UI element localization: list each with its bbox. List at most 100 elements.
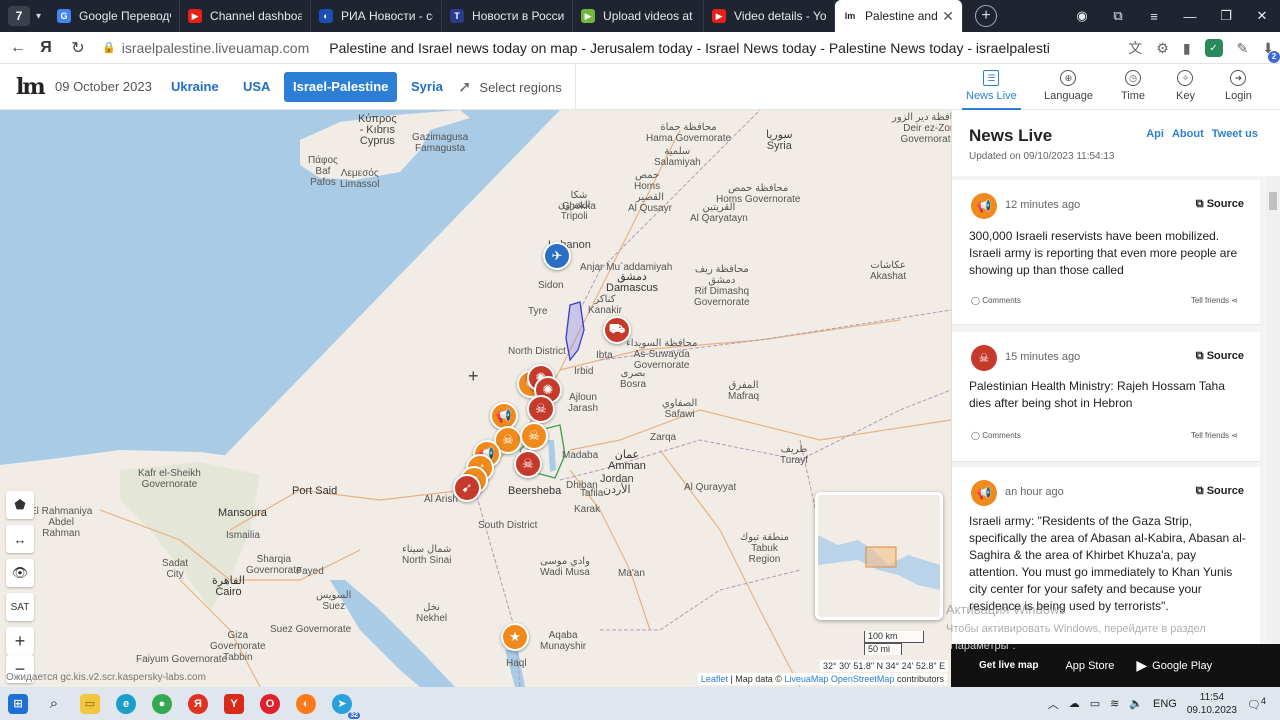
comments-link[interactable]: ◯ Comments [971, 431, 1021, 440]
map-place-label: دمشق Damascus [606, 271, 658, 294]
share-button[interactable]: Tell friends ⋖ [1191, 296, 1238, 305]
news-item-text[interactable]: 300,000 Israeli reservists have been mob… [969, 228, 1246, 279]
firefox-icon[interactable]: ◐ [288, 687, 324, 720]
hide-layer-icon[interactable]: 👁 [6, 559, 34, 587]
download-icon[interactable]: ⬇ 2 [1262, 40, 1280, 63]
news-item[interactable]: 📢 an hour ago ⧉ Source Israeli army: "Re… [952, 467, 1260, 644]
menu-time[interactable]: ◷ Time [1121, 70, 1145, 102]
search-icon[interactable]: ⌕ [36, 687, 72, 720]
comments-link[interactable]: ◯ Comments [971, 296, 1021, 305]
source-link[interactable]: ⧉ Source [1196, 350, 1244, 363]
app-store-button[interactable]: App Store [1060, 660, 1114, 672]
satellite-toggle[interactable]: SAT [6, 593, 34, 621]
google-play-button[interactable]: ▶ Google Play [1136, 657, 1212, 674]
windows-start-icon[interactable]: ⊞ [0, 687, 36, 720]
yandex-browser-icon[interactable]: Я [180, 687, 216, 720]
tab-favicon-icon: T [450, 9, 465, 23]
address-bar: ← Я ↻ 🔒 israelpalestine.liveuamap.com Pa… [0, 32, 1280, 64]
api-link[interactable]: Api [1146, 128, 1164, 140]
news-item[interactable]: 📢 12 minutes ago ⧉ Source 300,000 Israel… [952, 180, 1260, 325]
news-item[interactable]: ☠ 15 minutes ago ⧉ Source Palestinian He… [952, 332, 1260, 462]
telegram-icon[interactable]: ➤ 32 [324, 687, 360, 720]
marker-skull[interactable]: ☠ [520, 422, 548, 450]
url-text[interactable]: israelpalestine.liveuamap.com [122, 40, 310, 56]
marker-vehicle[interactable]: ⛟ [603, 316, 631, 344]
map-canvas[interactable]: Κύπρος - Kıbrıs Cyprus Gazimagusa Famagus… [0, 110, 951, 687]
volume-icon[interactable]: 🔈 [1129, 697, 1143, 710]
minimize-button[interactable]: — [1172, 9, 1208, 24]
profile-icon[interactable]: ◉ [1064, 8, 1100, 24]
minimap[interactable] [815, 492, 943, 620]
leaflet-link[interactable]: Leaflet [701, 674, 728, 684]
chevron-up-icon[interactable]: ︿ [1048, 696, 1059, 712]
translate-icon[interactable]: 文 [1128, 38, 1142, 58]
menu-login[interactable]: ➜ Login [1225, 70, 1252, 102]
restore-button[interactable]: ❐ [1208, 8, 1244, 24]
source-link[interactable]: ⧉ Source [1196, 198, 1244, 211]
region-usa[interactable]: USA [234, 72, 279, 102]
measure-button[interactable]: ↔ [6, 525, 34, 553]
tab-count-button[interactable]: 7 [8, 6, 30, 26]
yandex-market-icon[interactable]: Y [216, 687, 252, 720]
marker-rocket[interactable]: ➹ [453, 474, 481, 502]
map-place-label: عمان Amman [608, 449, 646, 472]
reload-button[interactable]: ↻ [64, 38, 92, 58]
source-link[interactable]: ⧉ Source [1196, 485, 1244, 498]
display-icon[interactable]: ▭ [1090, 697, 1100, 710]
close-tab-icon[interactable]: ✕ [938, 8, 954, 25]
clock[interactable]: 11:54 09.10.2023 [1187, 691, 1237, 717]
chrome-icon[interactable]: ● [144, 687, 180, 720]
browser-tab[interactable]: G Google Переводчик [49, 0, 181, 32]
extensions-icon[interactable]: ⚙ [1156, 40, 1169, 57]
language-indicator[interactable]: ENG [1153, 698, 1177, 710]
region-ukraine[interactable]: Ukraine [162, 72, 228, 102]
scrollbar-thumb[interactable] [1269, 192, 1277, 210]
browser-tab[interactable]: ◐ РИА Новости - соб [311, 0, 443, 32]
browser-tab[interactable]: lm Palestine and Isr✕ [835, 0, 964, 32]
back-button[interactable]: ← [4, 39, 32, 57]
about-link[interactable]: About [1172, 128, 1204, 140]
browser-tab[interactable]: T Новости в России [442, 0, 574, 32]
navigation-arrow-icon: ➚ [458, 79, 472, 96]
tweet-us-link[interactable]: Tweet us [1212, 128, 1258, 140]
file-explorer-icon[interactable]: ▭ [72, 687, 108, 720]
notifications-icon[interactable]: 🗨4 [1247, 696, 1266, 712]
new-tab-button[interactable]: + [975, 5, 998, 27]
browser-tab[interactable]: ▶ Upload videos at R [573, 0, 705, 32]
lock-icon[interactable]: 🔒 [102, 41, 116, 54]
edge-icon[interactable]: e [108, 687, 144, 720]
shield-icon[interactable]: ✓ [1204, 39, 1223, 57]
bookmark-icon[interactable]: ▮ [1183, 40, 1191, 57]
marker-plane[interactable]: ✈ [543, 242, 571, 270]
marker-skull[interactable]: ☠ [527, 395, 555, 423]
share-button[interactable]: Tell friends ⋖ [1191, 431, 1238, 440]
menu-icon[interactable]: ≡ [1136, 9, 1172, 24]
marker-skull[interactable]: ☠ [514, 450, 542, 478]
browser-tab[interactable]: ▶ Video details - YouT [704, 0, 836, 32]
liveuamap-logo[interactable]: lm [16, 74, 46, 100]
opera-icon[interactable]: O [252, 687, 288, 720]
select-regions-button[interactable]: ➚ Select regions [458, 77, 562, 97]
osm-link[interactable]: LiveuaMap OpenStreetMap [784, 674, 894, 684]
menu-key[interactable]: ✧ Key [1176, 70, 1195, 102]
news-scrollbar[interactable] [1266, 176, 1280, 644]
news-item-text[interactable]: Israeli army: "Residents of the Gaza Str… [969, 513, 1246, 615]
cloud-icon[interactable]: ☁ [1069, 697, 1080, 710]
chat-icon[interactable]: ✎ [1237, 40, 1249, 57]
browser-tab[interactable]: ▶ Channel dashboard [180, 0, 312, 32]
news-item-text[interactable]: Palestinian Health Ministry: Rajeh Hossa… [969, 378, 1246, 412]
region-syria[interactable]: Syria [402, 72, 452, 102]
region-israel-palestine[interactable]: Israel-Palestine [284, 72, 398, 102]
close-window-button[interactable]: ✕ [1244, 8, 1280, 24]
wifi-icon[interactable]: ≋ [1110, 697, 1119, 710]
marker-star[interactable]: ★ [501, 623, 529, 651]
draw-polygon-button[interactable]: ⬟ [6, 491, 34, 519]
zoom-in-button[interactable]: + [6, 627, 34, 655]
menu-news-live[interactable]: ☰ News Live [962, 70, 1021, 110]
collections-icon[interactable]: ⧉ [1100, 8, 1136, 24]
menu-language[interactable]: ⊕ Language [1044, 70, 1093, 102]
map-place-label: Aqaba Munayshir [540, 630, 587, 652]
yandex-logo-icon[interactable]: Я [32, 39, 60, 57]
chevron-down-icon[interactable]: ▾ [36, 11, 41, 22]
map-place-label: Jordan الأردن [600, 473, 634, 496]
